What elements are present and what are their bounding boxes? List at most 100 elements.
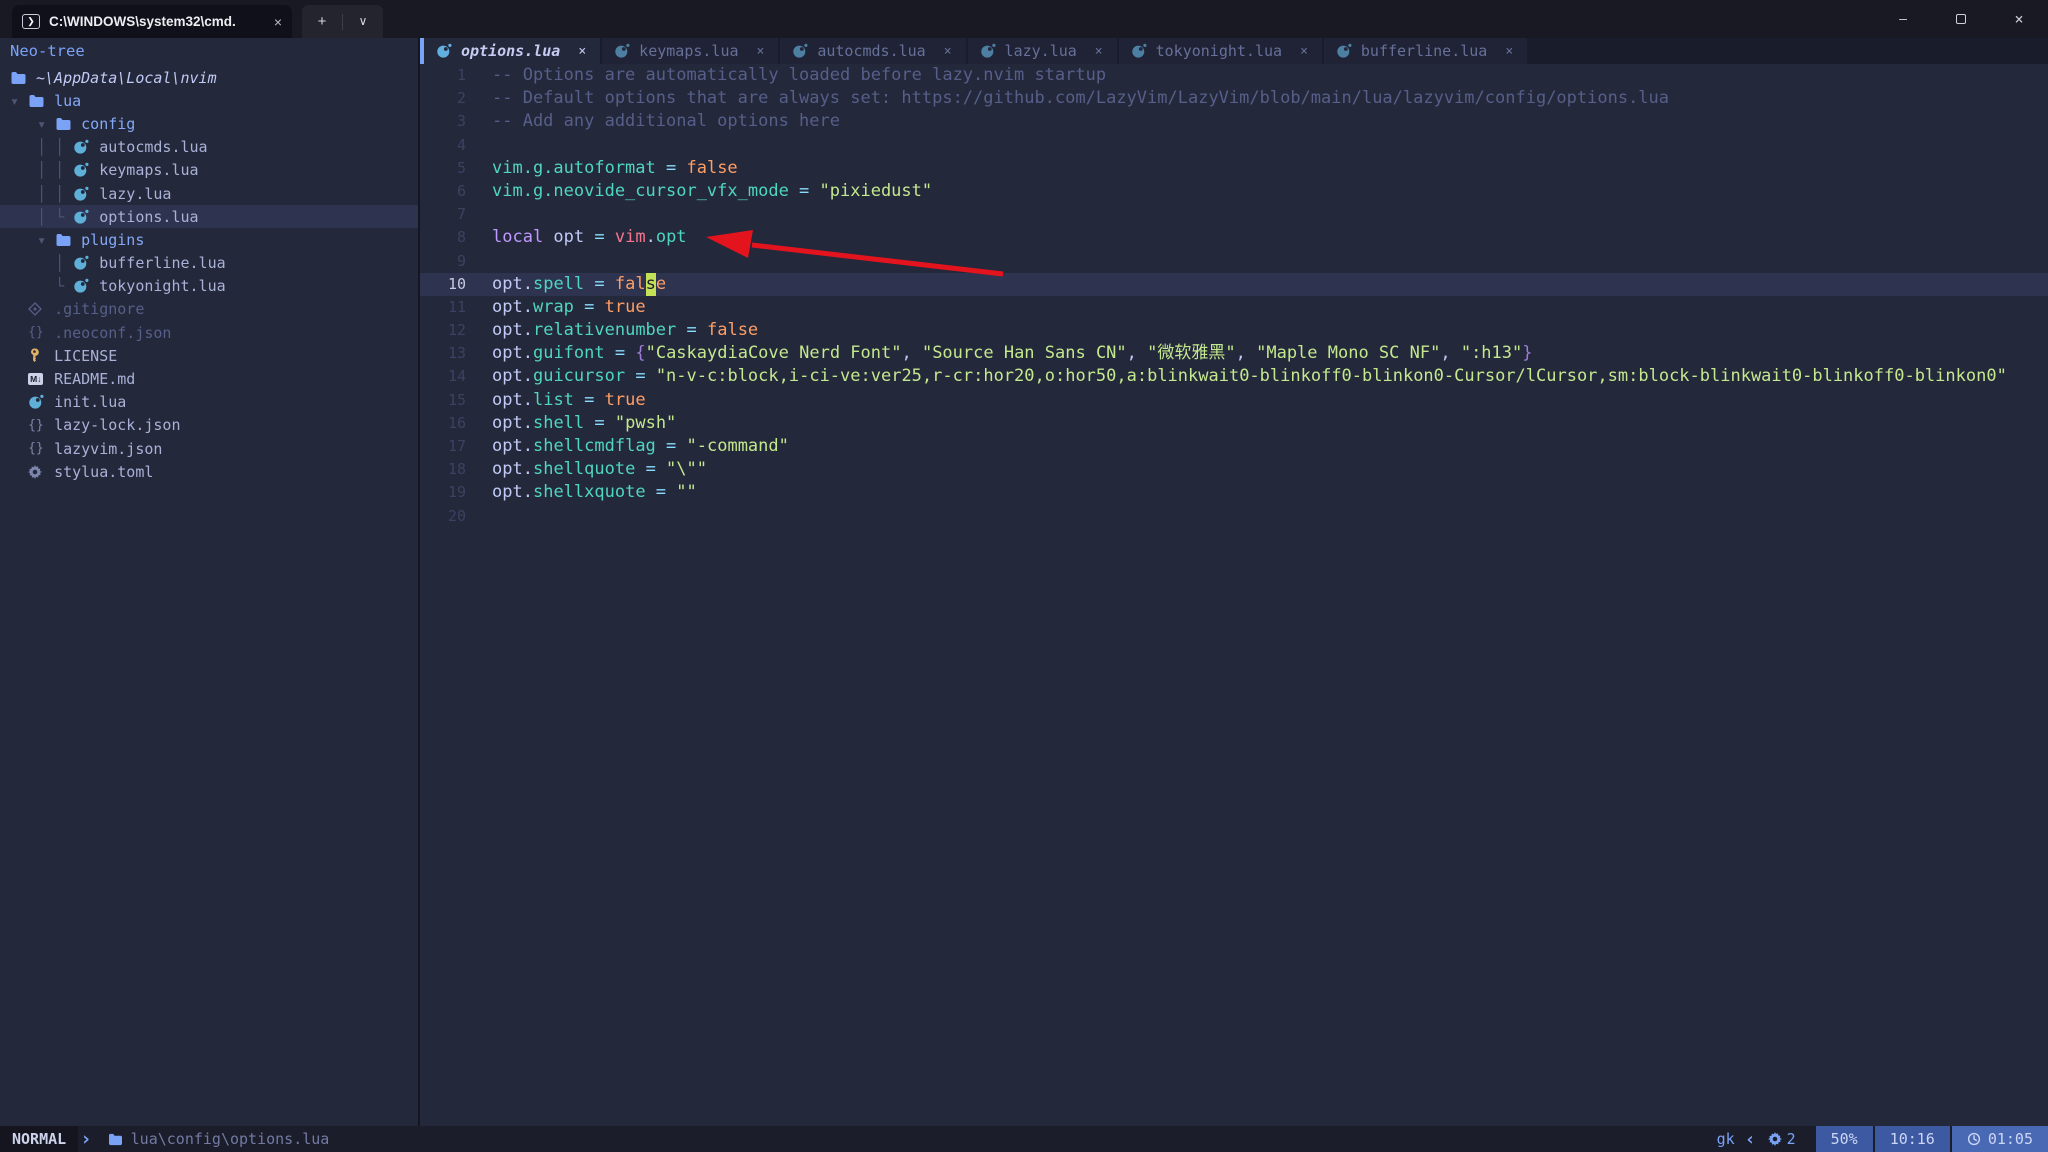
indent-guide (10, 300, 28, 318)
tree-item-label: plugins (81, 231, 144, 249)
code-line-14[interactable]: 14opt.guicursor = "n-v-c:block,i-ci-ve:v… (420, 365, 2048, 388)
tab-close-icon[interactable]: × (757, 44, 765, 59)
code-line-15[interactable]: 15opt.list = true (420, 389, 2048, 412)
lazy-updates[interactable]: 2 (1768, 1130, 1796, 1148)
code-token: = (584, 273, 615, 296)
terminal-tab-close-icon[interactable]: × (274, 14, 282, 30)
code-line-1[interactable]: 1-- Options are automatically loaded bef… (420, 64, 2048, 87)
code-line-5[interactable]: 5vim.g.autoformat = false (420, 157, 2048, 180)
folder-icon (28, 94, 54, 108)
code-line-6[interactable]: 6vim.g.neovide_cursor_vfx_mode = "pixied… (420, 180, 2048, 203)
code-token: "pixiedust" (820, 180, 933, 203)
code-token: opt (492, 296, 523, 319)
cursor-block: s (646, 273, 656, 296)
code-token: "微软雅黑" (1147, 342, 1235, 365)
tree-item-plugins[interactable]: ▾ plugins (0, 228, 418, 251)
tab-dropdown-button[interactable]: ∨ (343, 5, 383, 38)
code-token: "Source Han Sans CN" (922, 342, 1127, 365)
tree-item-lazyvim.json[interactable]: {}lazyvim.json (0, 437, 418, 460)
scroll-percent: 50% (1816, 1126, 1873, 1152)
minimize-button[interactable]: — (1874, 0, 1932, 38)
tree-item-AppDataLocalnvim[interactable]: ~\AppData\Local\nvim (0, 66, 418, 89)
code-token: "CaskaydiaCove Nerd Font" (646, 342, 902, 365)
code-token: , (901, 342, 921, 365)
tree-item-tokyonight.lua[interactable]: └ tokyonight.lua (0, 275, 418, 298)
line-number: 3 (420, 110, 466, 133)
buffer-tab-lazy.lua[interactable]: lazy.lua× (968, 38, 1119, 64)
lua-file-icon (73, 278, 99, 294)
chevron-down-icon: ▾ (10, 231, 55, 249)
tree-item-label: README.md (54, 370, 135, 388)
tab-close-icon[interactable]: × (1095, 44, 1103, 59)
tree-item-label: ~\AppData\Local\nvim (36, 69, 217, 87)
bufferline: options.lua×keymaps.lua×autocmds.lua×laz… (420, 38, 2048, 64)
tree-item-keymaps.lua[interactable]: │ │ keymaps.lua (0, 159, 418, 182)
tree-item-lazy-lock.json[interactable]: {}lazy-lock.json (0, 414, 418, 437)
lua-file-icon (1336, 43, 1352, 59)
code-token: true (605, 389, 646, 412)
file-tree: ~\AppData\Local\nvim ▾ lua ▾ config │ │ a… (0, 64, 418, 483)
tree-item-stylua.toml[interactable]: stylua.toml (0, 460, 418, 483)
line-number: 16 (420, 412, 466, 435)
code-line-10[interactable]: 10opt.spell = false (420, 273, 2048, 296)
new-tab-button[interactable]: + (302, 5, 342, 38)
tab-close-icon[interactable]: × (578, 44, 586, 59)
line-number: 7 (420, 203, 466, 226)
code-token: , (1236, 342, 1256, 365)
code-line-19[interactable]: 19opt.shellxquote = "" (420, 481, 2048, 504)
tree-item-LICENSE[interactable]: LICENSE (0, 344, 418, 367)
code-line-8[interactable]: 8local opt = vim.opt (420, 226, 2048, 249)
code-line-2[interactable]: 2-- Default options that are always set:… (420, 87, 2048, 110)
tree-item-config[interactable]: ▾ config (0, 112, 418, 135)
maximize-button[interactable] (1932, 0, 1990, 38)
close-button[interactable]: × (1990, 0, 2048, 38)
buffer-tab-options.lua[interactable]: options.lua× (420, 38, 602, 64)
code-line-17[interactable]: 17opt.shellcmdflag = "-command" (420, 435, 2048, 458)
buffer-tab-bufferline.lua[interactable]: bufferline.lua× (1324, 38, 1529, 64)
tree-item-options.lua[interactable]: │ └ options.lua (0, 205, 418, 228)
tree-item-label: keymaps.lua (99, 161, 198, 179)
neotree-title: Neo-tree (0, 38, 418, 64)
code-token: guifont (533, 342, 605, 365)
code-token: "n-v-c:block,i-ci-ve:ver25,r-cr:hor20,o:… (656, 365, 2007, 388)
buffer-tab-keymaps.lua[interactable]: keymaps.lua× (602, 38, 780, 64)
tree-item-label: init.lua (54, 393, 126, 411)
line-number: 6 (420, 180, 466, 203)
tree-item-lua[interactable]: ▾ lua (0, 89, 418, 112)
code-line-4[interactable]: 4 (420, 134, 2048, 157)
code-line-7[interactable]: 7 (420, 203, 2048, 226)
tree-item-label: .gitignore (54, 300, 144, 318)
tree-item-.neoconf.json[interactable]: {}.neoconf.json (0, 321, 418, 344)
code-line-12[interactable]: 12opt.relativenumber = false (420, 319, 2048, 342)
buffer-tab-autocmds.lua[interactable]: autocmds.lua× (780, 38, 967, 64)
tab-close-icon[interactable]: × (944, 44, 952, 59)
tree-item-init.lua[interactable]: init.lua (0, 391, 418, 414)
code-line-20[interactable]: 20 (420, 505, 2048, 528)
buffer-tab-tokyonight.lua[interactable]: tokyonight.lua × (1119, 38, 1324, 64)
code-line-3[interactable]: 3-- Add any additional options here (420, 110, 2048, 133)
tab-close-icon[interactable]: × (1505, 44, 1513, 59)
indent-guide (10, 324, 28, 342)
tree-item-bufferline.lua[interactable]: │ bufferline.lua (0, 252, 418, 275)
code-token: = (656, 435, 687, 458)
code-line-13[interactable]: 13opt.guifont = {"CaskaydiaCove Nerd Fon… (420, 342, 2048, 365)
update-count: 2 (1787, 1130, 1796, 1148)
lua-file-icon (792, 43, 808, 59)
code-token: e (656, 273, 666, 296)
clock-time: 01:05 (1988, 1126, 2033, 1152)
tree-item-autocmds.lua[interactable]: │ │ autocmds.lua (0, 136, 418, 159)
indent-guide: │ │ (10, 161, 73, 179)
lua-file-icon (73, 139, 99, 155)
code-line-11[interactable]: 11opt.wrap = true (420, 296, 2048, 319)
code-line-18[interactable]: 18opt.shellquote = "\"" (420, 458, 2048, 481)
code-line-16[interactable]: 16opt.shell = "pwsh" (420, 412, 2048, 435)
line-number: 5 (420, 157, 466, 180)
tab-close-icon[interactable]: × (1300, 44, 1308, 59)
terminal-tab[interactable]: ❯ C:\WINDOWS\system32\cmd. × (12, 5, 292, 38)
tree-item-README.md[interactable]: M↓README.md (0, 367, 418, 390)
tree-item-.gitignore[interactable]: .gitignore (0, 298, 418, 321)
code-line-9[interactable]: 9 (420, 250, 2048, 273)
editor-buffer[interactable]: 1-- Options are automatically loaded bef… (420, 64, 2048, 1126)
tree-item-lazy.lua[interactable]: │ │ lazy.lua (0, 182, 418, 205)
tab-label: tokyonight.lua (1156, 42, 1282, 60)
